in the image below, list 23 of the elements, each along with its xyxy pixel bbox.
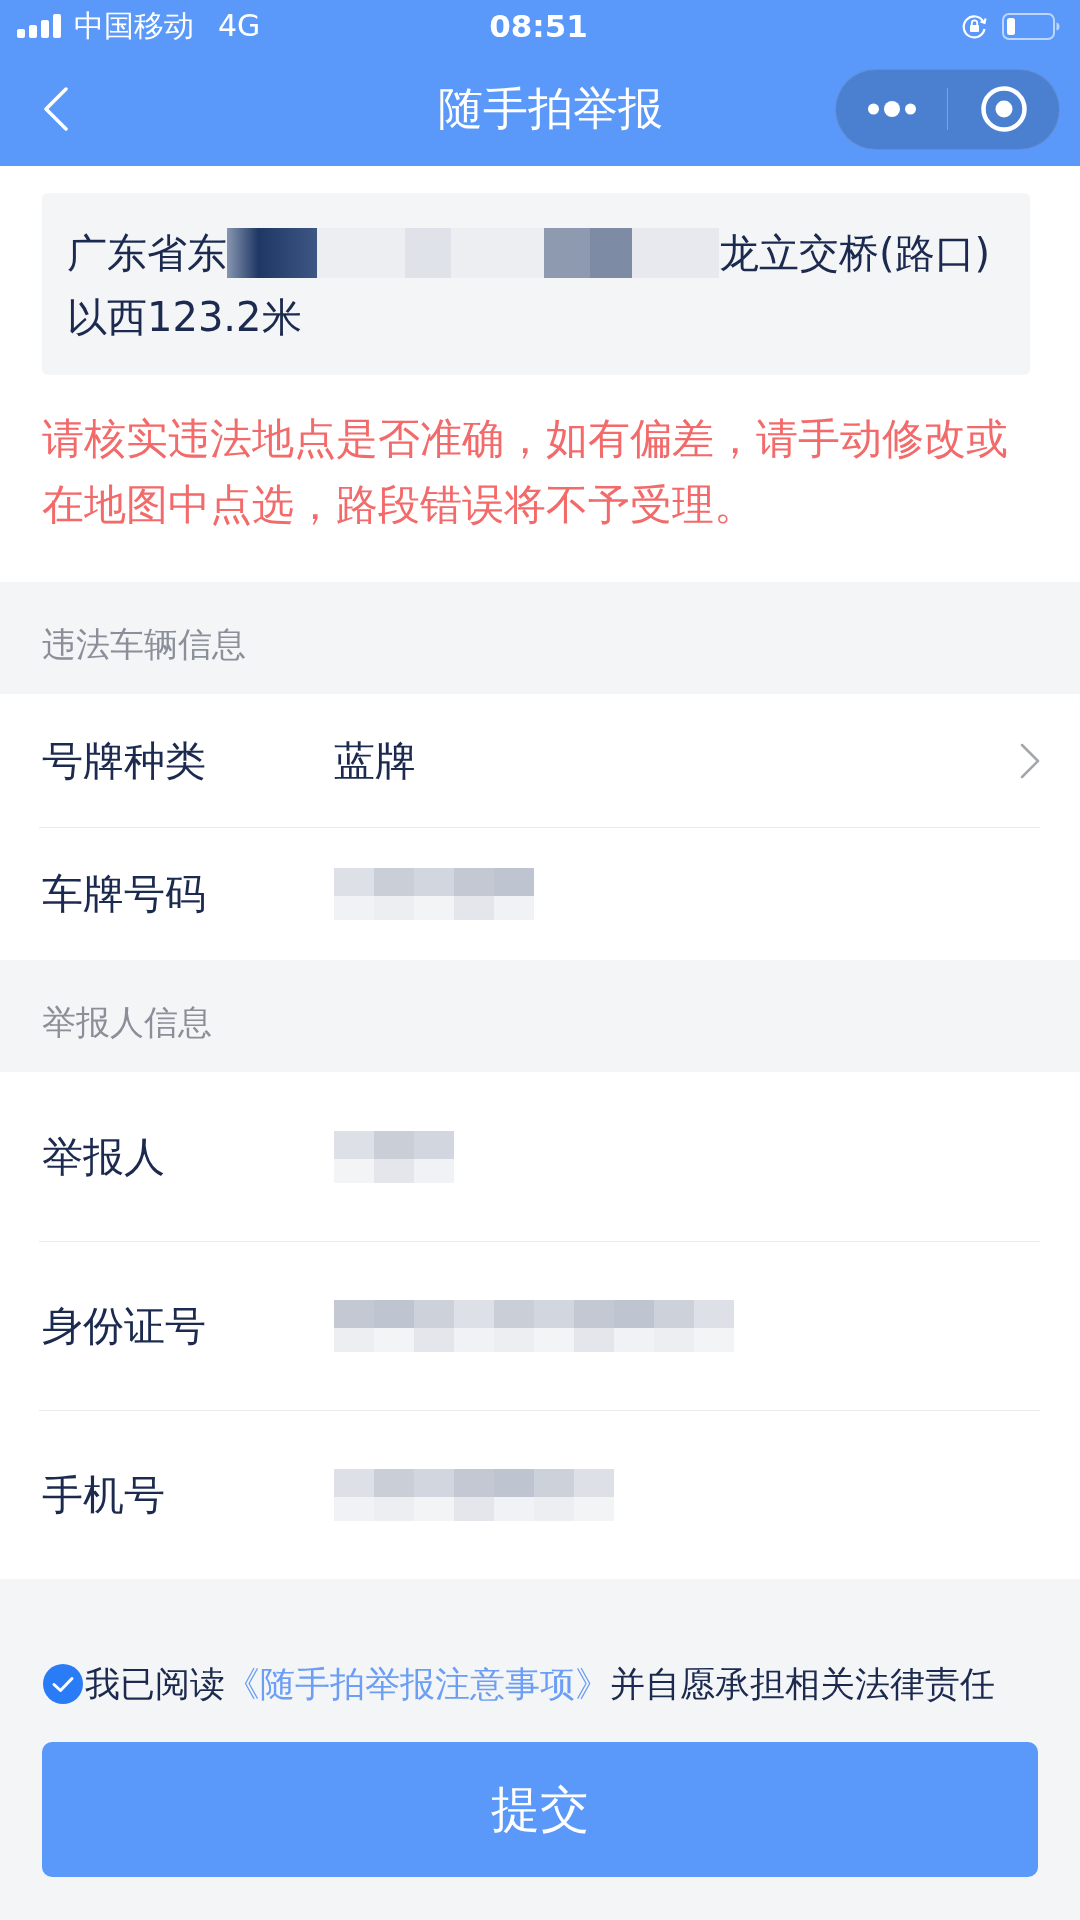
agree-checkbox[interactable] — [43, 1664, 83, 1704]
address-field[interactable]: 广东省东 龙立交桥(路口) 以西123.2米 — [42, 193, 1030, 375]
field-label: 身份证号 — [42, 1301, 207, 1352]
chevron-right-icon — [1020, 742, 1040, 779]
field-label: 手机号 — [42, 1470, 166, 1521]
page-title: 随手拍举报 — [437, 81, 663, 137]
network-text: 4G — [218, 8, 261, 44]
battery-icon — [1002, 12, 1060, 40]
field-label: 车牌号码 — [42, 869, 207, 920]
target-icon — [980, 86, 1027, 132]
select-field[interactable]: 蓝牌 — [334, 730, 1040, 791]
signal-icon — [17, 14, 62, 38]
agreement-text: 我已阅读《随手拍举报注意事项》并自愿承担相关法律责任 — [85, 1663, 995, 1706]
field-label: 号牌种类 — [42, 735, 207, 787]
warning-text: 请核实违法地点是否准确，如有偏差，请手动修改或在地图中点选，路段错误将不予受理。 — [42, 413, 1009, 531]
carrier-text: 中国移动 — [74, 8, 194, 44]
rotation-lock-icon — [961, 12, 988, 40]
status-time: 08:51 — [489, 8, 588, 44]
section-title: 举报人信息 — [42, 1002, 212, 1042]
section-title: 违法车辆信息 — [42, 624, 246, 664]
back-icon — [43, 87, 69, 131]
more-icon — [867, 101, 916, 117]
field-label: 举报人 — [42, 1131, 166, 1183]
